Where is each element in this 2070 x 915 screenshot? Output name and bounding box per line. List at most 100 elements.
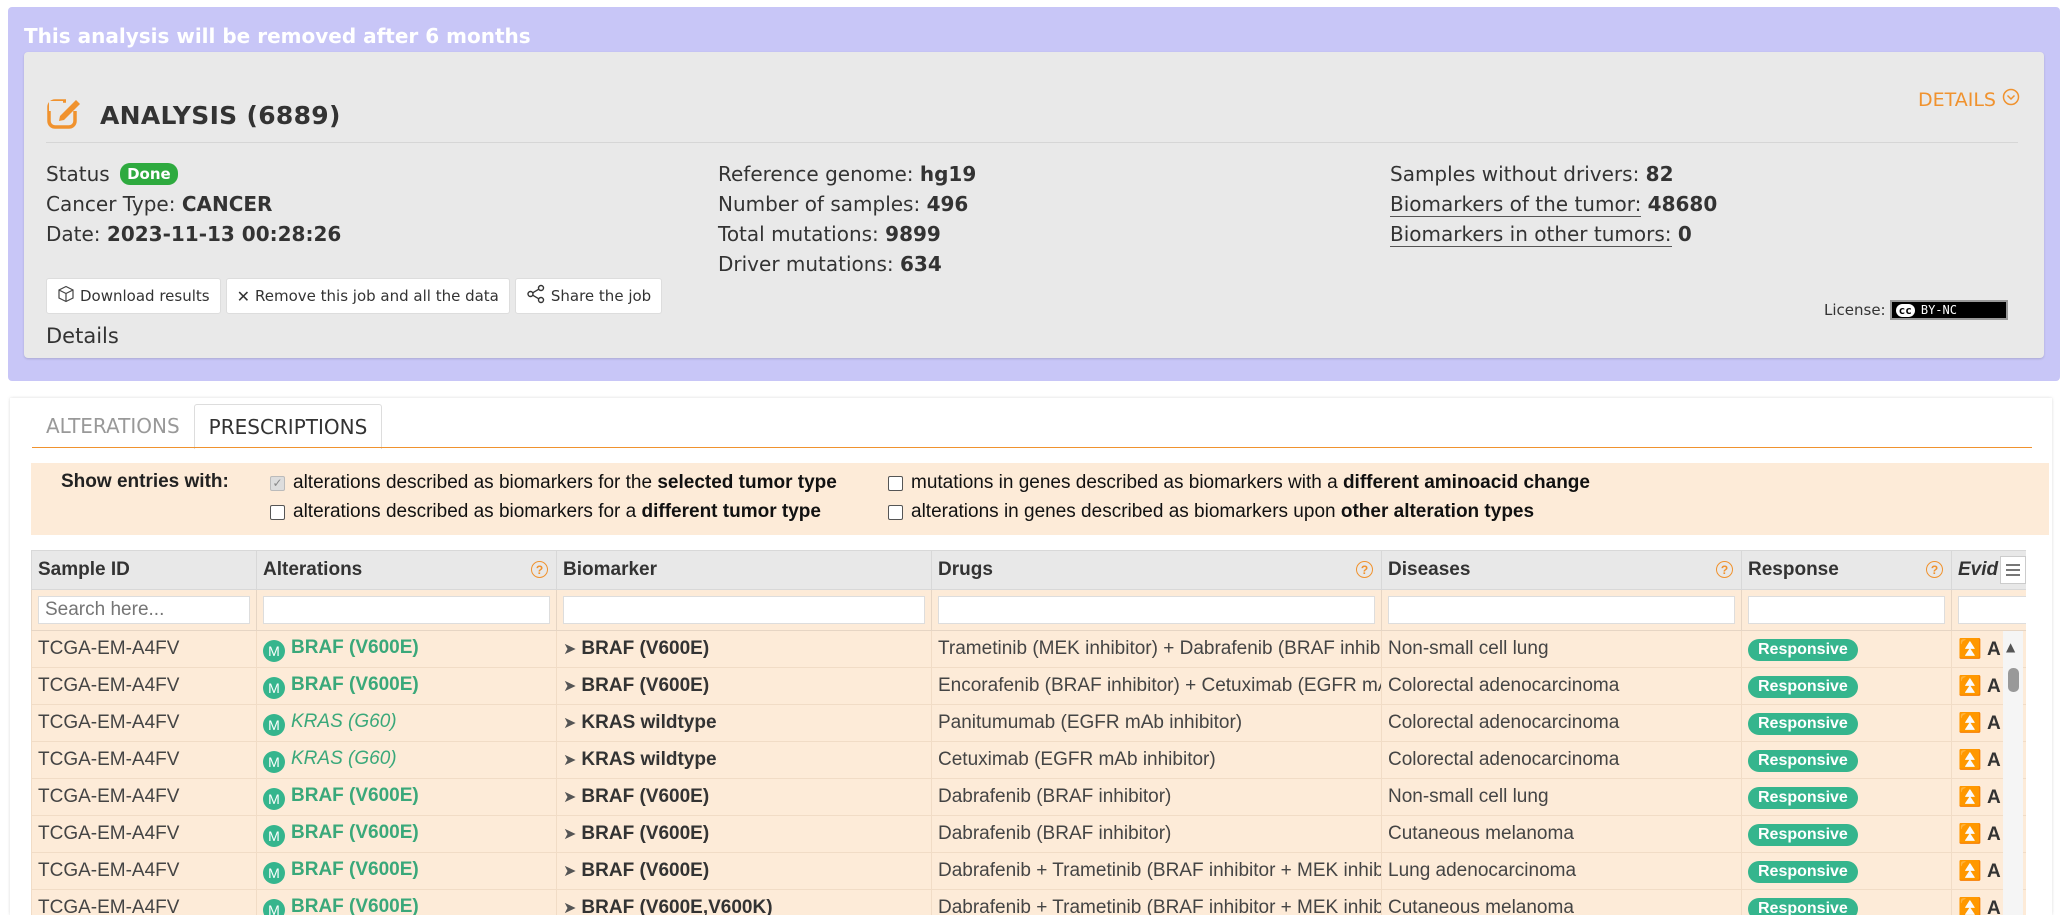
search-sample-id-input[interactable]	[38, 596, 250, 624]
col-header-diseases[interactable]: Diseases?	[1381, 550, 1742, 590]
num-samples-value: 496	[926, 192, 969, 216]
question-circle-icon[interactable]: ?	[1356, 561, 1373, 578]
col-header-sample-id[interactable]: Sample ID	[31, 550, 257, 590]
col-header-drugs-label: Drugs	[938, 559, 993, 580]
cancer-type-value: CANCER	[181, 192, 273, 216]
alteration-link[interactable]: BRAF (V600E)	[291, 674, 419, 695]
paper-plane-icon: ➤	[563, 641, 577, 658]
evidence-level: A	[1986, 676, 2001, 697]
cc-license-badge[interactable]: cc BY-NC	[1889, 300, 2008, 320]
search-drugs-input[interactable]	[938, 596, 1375, 624]
num-samples-label: Number of samples:	[718, 192, 921, 216]
share-job-button[interactable]: Share the job	[514, 278, 663, 314]
cell-drugs: Dabrafenib + Trametinib (BRAF inhibitor …	[931, 889, 1382, 915]
share-job-label: Share the job	[550, 287, 652, 305]
question-circle-icon[interactable]: ?	[531, 561, 548, 578]
remove-job-button[interactable]: ✕ Remove this job and all the data	[225, 278, 510, 314]
cell-biomarker: ➤ BRAF (V600E)	[556, 852, 932, 890]
search-evidence-input[interactable]	[1958, 596, 2026, 624]
paper-plane-icon: ➤	[563, 789, 577, 806]
download-results-label: Download results	[80, 287, 210, 305]
col-header-drugs[interactable]: Drugs?	[931, 550, 1382, 590]
biomarker-text: BRAF (V600E)	[581, 675, 710, 696]
filter-selected-tumor[interactable]: ✓ alterations described as biomarkers fo…	[270, 472, 837, 494]
filter-different-tumor[interactable]: alterations described as biomarkers for …	[270, 501, 821, 523]
table-row[interactable]: TCGA-EM-A4FV M KRAS (G60) ➤ KRAS wildtype Cet…	[31, 741, 2026, 779]
details-toggle-label: DETAILS	[1917, 88, 1996, 111]
status-line: Status Done	[46, 159, 341, 189]
filter-different-tumor-checkbox[interactable]	[270, 504, 285, 520]
question-circle-icon[interactable]: ?	[1926, 561, 1943, 578]
alteration-link[interactable]: BRAF (V600E)	[291, 785, 419, 806]
scroll-up-arrow-icon[interactable]: ▲	[2006, 640, 2015, 654]
search-response-input[interactable]	[1748, 596, 1945, 624]
driver-mutations-line: Driver mutations: 634	[718, 249, 976, 279]
table-row[interactable]: TCGA-EM-A4FV M KRAS (G60) ➤ KRAS wildtype Pan…	[31, 704, 2026, 742]
num-samples-line: Number of samples: 496	[718, 189, 976, 219]
details-section-label[interactable]: Details	[46, 324, 119, 348]
search-alterations-input[interactable]	[263, 596, 550, 624]
filter-different-aminoacid-checkbox[interactable]	[888, 475, 903, 491]
hamburger-menu-icon[interactable]	[2000, 556, 2026, 584]
biomarker-text: KRAS wildtype	[581, 712, 717, 733]
double-chevron-up-icon: ⏫	[1958, 639, 1982, 660]
response-badge: Responsive	[1748, 860, 1858, 883]
response-badge: Responsive	[1748, 786, 1858, 809]
col-header-evidence-label: Evid	[1958, 559, 1999, 580]
double-chevron-up-icon: ⏫	[1958, 787, 1982, 808]
download-results-button[interactable]: Download results	[46, 278, 221, 314]
cancer-type-line: Cancer Type: CANCER	[46, 189, 341, 219]
table-row[interactable]: TCGA-EM-A4FV M BRAF (V600E) ➤ BRAF (V600E) Tr…	[31, 630, 2026, 668]
cell-drugs: Dabrafenib (BRAF inhibitor)	[931, 778, 1382, 816]
filter-other-alteration-types-checkbox[interactable]	[888, 504, 903, 520]
no-drivers-line: Samples without drivers: 82	[1390, 159, 1717, 189]
alteration-link[interactable]: BRAF (V600E)	[291, 859, 419, 880]
paper-plane-icon: ➤	[563, 678, 577, 695]
response-badge: Responsive	[1748, 897, 1858, 915]
analysis-title: ANALYSIS (6889)	[100, 100, 341, 130]
cell-alteration: M BRAF (V600E)	[256, 815, 557, 853]
col-header-alterations[interactable]: Alterations?	[256, 550, 557, 590]
evidence-level: A	[1986, 639, 2001, 660]
col-header-response[interactable]: Response?	[1741, 550, 1952, 590]
mutation-m-icon: M	[263, 639, 285, 662]
table-scrollbar-thumb[interactable]	[2008, 668, 2019, 692]
filter-selected-tumor-bold: selected tumor type	[657, 472, 837, 493]
alteration-link[interactable]: BRAF (V600E)	[291, 637, 419, 658]
tab-prescriptions[interactable]: PRESCRIPTIONS	[193, 404, 383, 449]
biomarkers-other-link[interactable]: Biomarkers in other tumors:	[1390, 222, 1672, 247]
table-row[interactable]: TCGA-EM-A4FV M BRAF (V600E) ➤ BRAF (V600E) Da…	[31, 778, 2026, 816]
date-value: 2023-11-13 00:28:26	[106, 222, 342, 246]
alteration-link[interactable]: BRAF (V600E)	[291, 822, 419, 843]
biomarkers-tumor-link[interactable]: Biomarkers of the tumor:	[1390, 192, 1642, 217]
details-toggle-button[interactable]: DETAILS	[1918, 88, 2020, 111]
mutation-m-icon: M	[263, 787, 285, 810]
table-row[interactable]: TCGA-EM-A4FV M BRAF (V600E) ➤ BRAF (V600E) Da…	[31, 815, 2026, 853]
col-header-biomarker[interactable]: Biomarker	[556, 550, 932, 590]
action-buttons: Download results ✕ Remove this job and a…	[46, 278, 663, 314]
table-row[interactable]: TCGA-EM-A4FV M BRAF (V600E) ➤ BRAF (V600E) Da…	[31, 852, 2026, 890]
alteration-link[interactable]: BRAF (V600E)	[291, 896, 419, 915]
total-mutations-label: Total mutations:	[718, 222, 879, 246]
filter-other-alteration-types[interactable]: alterations in genes described as biomar…	[888, 501, 1534, 523]
table-row[interactable]: TCGA-EM-A4FV M BRAF (V600E) ➤ BRAF (V600E,V6…	[31, 889, 2026, 915]
alteration-link[interactable]: KRAS (G60)	[291, 711, 397, 732]
tab-alterations[interactable]: ALTERATIONS	[32, 404, 194, 448]
cell-sample-id: TCGA-EM-A4FV	[31, 630, 257, 668]
response-badge: Responsive	[1748, 638, 1858, 661]
biomarkers-tumor-value: 48680	[1647, 192, 1718, 216]
search-biomarker-input[interactable]	[563, 596, 925, 624]
filter-different-aminoacid[interactable]: mutations in genes described as biomarke…	[888, 472, 1590, 494]
filter-selected-tumor-text: alterations described as biomarkers for …	[293, 472, 658, 493]
filter-selected-tumor-checkbox[interactable]: ✓	[270, 475, 285, 491]
alteration-link[interactable]: KRAS (G60)	[291, 748, 397, 769]
prescriptions-table: Sample ID Alterations? Biomarker Drugs? …	[31, 550, 2026, 915]
no-drivers-value: 82	[1645, 162, 1674, 186]
cell-alteration: M KRAS (G60)	[256, 741, 557, 779]
expiry-banner-text: This analysis will be removed after 6 mo…	[24, 24, 531, 48]
paper-plane-icon: ➤	[563, 900, 577, 915]
title-divider	[46, 142, 2018, 143]
table-row[interactable]: TCGA-EM-A4FV M BRAF (V600E) ➤ BRAF (V600E) En…	[31, 667, 2026, 705]
question-circle-icon[interactable]: ?	[1716, 561, 1733, 578]
search-diseases-input[interactable]	[1388, 596, 1735, 624]
